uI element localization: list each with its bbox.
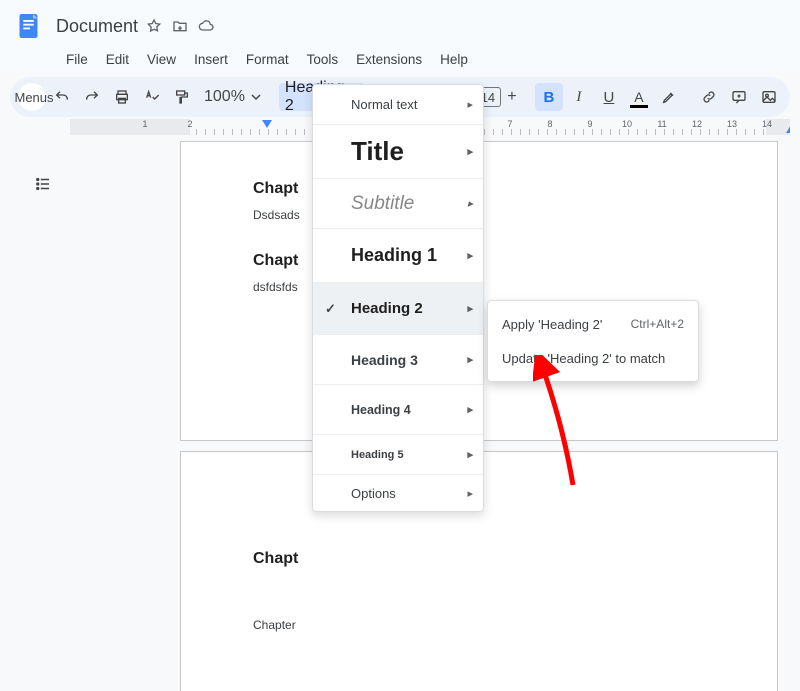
style-item-label: Subtitle [351, 193, 414, 215]
undo-button[interactable] [48, 83, 76, 111]
menu-view[interactable]: View [139, 48, 184, 71]
style-item-label: Title [351, 136, 404, 167]
style-item-heading-2[interactable]: ✓ Heading 2 ▸ [313, 283, 483, 335]
ruler-tick: 11 [657, 119, 666, 129]
ruler-tick: 13 [727, 119, 737, 129]
italic-button[interactable]: I [565, 83, 593, 111]
ruler-tick: 9 [587, 119, 592, 129]
style-item-heading-4[interactable]: Heading 4 ▸ [313, 385, 483, 435]
text-color-button[interactable]: A [625, 83, 653, 111]
print-button[interactable] [108, 83, 136, 111]
paragraph-styles-menu: Normal text ▸ Title ▸ Subtitle ▸ Heading 1 ▸ ✓ He… [312, 84, 484, 512]
style-item-heading-3[interactable]: Heading 3 ▸ [313, 335, 483, 385]
submenu-arrow-icon: ▸ [467, 98, 473, 111]
style-item-heading-5[interactable]: Heading 5 ▸ [313, 435, 483, 475]
title-icons [146, 18, 214, 34]
right-indent-icon[interactable] [786, 125, 790, 133]
ruler-tick: 1 [142, 119, 147, 129]
style-item-normal-text[interactable]: Normal text ▸ [313, 85, 483, 125]
style-item-label: Heading 2 [351, 300, 423, 317]
submenu-arrow-icon: ▸ [467, 353, 473, 366]
document-title[interactable]: Document [56, 16, 140, 37]
submenu-arrow-icon: ▸ [467, 302, 473, 315]
heading-text[interactable]: Chapt [253, 550, 705, 568]
menu-edit[interactable]: Edit [98, 48, 137, 71]
checkmark-icon: ✓ [325, 301, 336, 317]
submenu-arrow-icon: ▸ [467, 487, 473, 500]
menu-help[interactable]: Help [432, 48, 476, 71]
style-item-label: Heading 5 [351, 449, 404, 461]
underline-button[interactable]: U [595, 83, 623, 111]
apply-heading2-item[interactable]: Apply 'Heading 2' Ctrl+Alt+2 [488, 307, 698, 341]
submenu-arrow-icon: ▸ [467, 145, 473, 158]
bold-button[interactable]: B [535, 83, 563, 111]
menu-extensions[interactable]: Extensions [348, 48, 430, 71]
outline-toggle-button[interactable] [28, 169, 58, 199]
heading2-submenu: Apply 'Heading 2' Ctrl+Alt+2 Update 'Hea… [487, 300, 699, 382]
header: Document File Edit View Insert Format To… [0, 0, 800, 71]
submenu-shortcut: Ctrl+Alt+2 [631, 317, 684, 331]
submenu-arrow-icon: ▸ [467, 197, 473, 210]
menu-bar: File Edit View Insert Format Tools Exten… [10, 48, 790, 71]
redo-button[interactable] [78, 83, 106, 111]
star-icon[interactable] [146, 18, 162, 34]
ruler-margin-left [70, 119, 190, 135]
insert-link-button[interactable] [695, 83, 723, 111]
ruler-tick: 14 [762, 119, 772, 129]
submenu-arrow-icon: ▸ [467, 249, 473, 262]
add-comment-button[interactable] [725, 83, 753, 111]
style-item-label: Heading 4 [351, 403, 411, 417]
style-item-label: Options [351, 486, 396, 501]
zoom-dropdown[interactable]: 100% [198, 83, 267, 111]
ruler-tick: 2 [187, 119, 192, 129]
submenu-arrow-icon: ▸ [467, 403, 473, 416]
insert-image-button[interactable] [755, 83, 783, 111]
style-item-label: Heading 3 [351, 352, 418, 368]
style-item-label: Heading 1 [351, 245, 437, 266]
submenu-arrow-icon: ▸ [467, 448, 473, 461]
menus-search-button[interactable]: Menus [18, 83, 46, 111]
ruler-tick: 7 [507, 119, 512, 129]
spellcheck-button[interactable] [138, 83, 166, 111]
docs-logo-icon[interactable] [10, 6, 50, 46]
update-heading2-item[interactable]: Update 'Heading 2' to match [488, 341, 698, 375]
ruler-tick: 12 [692, 119, 702, 129]
ruler-tick: 8 [547, 119, 552, 129]
style-item-title[interactable]: Title ▸ [313, 125, 483, 179]
style-item-heading-1[interactable]: Heading 1 ▸ [313, 229, 483, 283]
first-line-indent-icon[interactable] [262, 120, 272, 128]
move-icon[interactable] [172, 18, 188, 34]
ruler-gutter [10, 119, 70, 135]
body-text[interactable]: Chapter [253, 618, 705, 632]
paint-format-button[interactable] [168, 83, 196, 111]
ruler-tick: 10 [622, 119, 632, 129]
style-item-label: Normal text [351, 97, 417, 112]
submenu-label: Apply 'Heading 2' [502, 317, 602, 332]
style-item-options[interactable]: Options ▸ [313, 475, 483, 511]
title-row: Document [10, 6, 790, 46]
increase-font-button[interactable]: + [501, 88, 523, 106]
style-item-subtitle[interactable]: Subtitle ▸ [313, 179, 483, 229]
submenu-label: Update 'Heading 2' to match [502, 351, 665, 366]
highlight-button[interactable] [655, 83, 683, 111]
menu-file[interactable]: File [58, 48, 96, 71]
cloud-status-icon[interactable] [198, 18, 214, 34]
menu-tools[interactable]: Tools [299, 48, 347, 71]
zoom-value: 100% [204, 88, 245, 106]
menu-insert[interactable]: Insert [186, 48, 236, 71]
menu-format[interactable]: Format [238, 48, 297, 71]
